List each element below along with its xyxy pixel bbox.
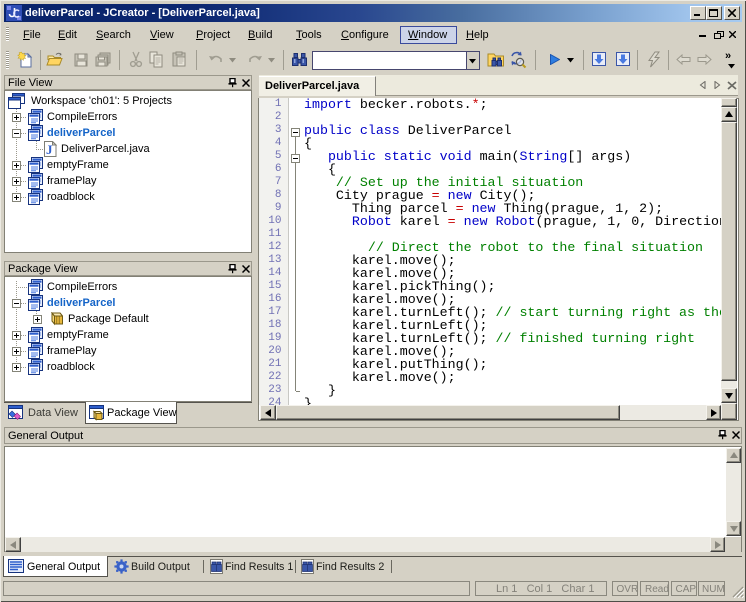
svg-text:J: J (46, 142, 53, 157)
